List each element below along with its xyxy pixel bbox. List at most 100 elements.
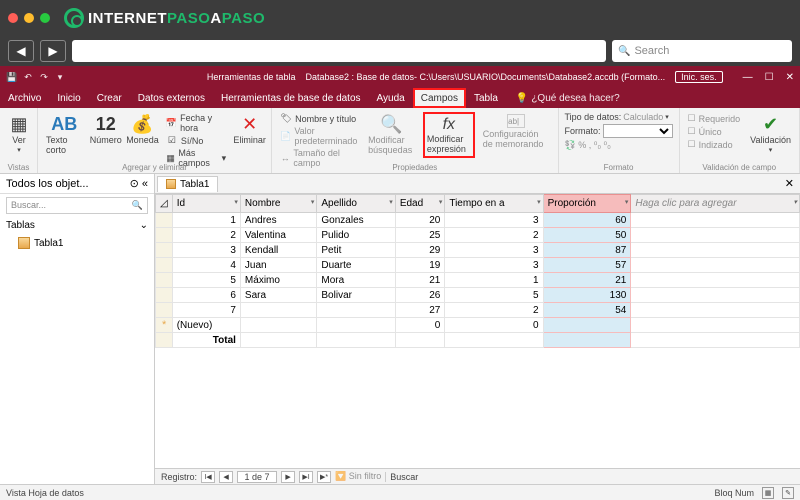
logo-icon (64, 8, 84, 28)
tab-datos-externos[interactable]: Datos externos (130, 88, 213, 108)
column-header[interactable]: Tiempo en a▾ (445, 195, 543, 213)
date-icon: 📅 (166, 118, 177, 129)
tab-herramientas-bd[interactable]: Herramientas de base de datos (213, 88, 369, 108)
delete-icon: ✕ (242, 114, 257, 134)
group-vistas: ▦Ver▾ Vistas (0, 108, 38, 173)
column-header[interactable]: Nombre▾ (240, 195, 316, 213)
save-icon[interactable]: 💾 (6, 71, 18, 83)
nav-header[interactable]: Todos los objet...⊙ « (0, 174, 154, 194)
back-button[interactable]: ◀ (8, 40, 34, 62)
redo-icon[interactable]: ↷ (38, 71, 50, 83)
format-buttons[interactable]: 💱 % , ⁰₀ ⁰₀ (565, 140, 673, 151)
indizado-check[interactable]: ☐ Indizado (686, 138, 743, 151)
navigation-pane: Todos los objet...⊙ « Buscar...🔍 Tablas⌄… (0, 174, 155, 484)
column-header[interactable]: Id▾ (172, 195, 240, 213)
prev-record-button[interactable]: ◀ (219, 471, 233, 483)
lookup-icon: 🔍 (380, 114, 402, 134)
tab-crear[interactable]: Crear (89, 88, 130, 108)
numero-button[interactable]: 12Número (90, 112, 121, 147)
restore-button[interactable]: ☐ (765, 72, 774, 83)
tab-ayuda[interactable]: Ayuda (369, 88, 413, 108)
tab-inicio[interactable]: Inicio (49, 88, 88, 108)
table-row[interactable]: 3KendallPetit 293 87 (156, 243, 800, 258)
sino-button[interactable]: ☑Sí/No (164, 134, 228, 147)
qat-more-icon[interactable]: ▾ (54, 71, 66, 83)
design-view-button[interactable]: ✎ (782, 487, 794, 499)
maximize-dot[interactable] (40, 13, 50, 23)
ver-button[interactable]: ▦Ver▾ (6, 112, 32, 156)
fecha-button[interactable]: 📅Fecha y hora (164, 112, 228, 134)
table-row[interactable]: 5MáximoMora 211 21 (156, 273, 800, 288)
table-row[interactable]: 4JuanDuarte 193 57 (156, 258, 800, 273)
name-icon: 🏷 (280, 113, 292, 124)
tab-close-button[interactable]: ✕ (779, 177, 800, 190)
currency-icon: 💰 (131, 114, 153, 134)
new-row[interactable]: (Nuevo)00 (156, 318, 800, 333)
valor-pred-button[interactable]: 📄Valor predeterminado (278, 125, 360, 147)
tipo-datos-label: Tipo de datos: (565, 112, 622, 122)
default-icon: 📄 (280, 131, 291, 142)
document-tabs: Tabla1 ✕ (155, 174, 800, 194)
nav-collapse-icon[interactable]: ⊙ « (130, 177, 148, 190)
formato-select[interactable] (603, 124, 673, 138)
site-logo: INTERNETPASOAPASO (64, 8, 265, 28)
tab-campos[interactable]: Campos (413, 88, 466, 108)
unico-check[interactable]: ☐ Único (686, 125, 743, 138)
context-tab-label: Herramientas de tabla (207, 72, 296, 82)
table-row[interactable]: 6SaraBolivar 265 130 (156, 288, 800, 303)
tab-tabla1[interactable]: Tabla1 (157, 176, 218, 192)
nav-search[interactable]: Buscar...🔍 (6, 197, 148, 214)
nav-category-tablas[interactable]: Tablas⌄ (0, 217, 154, 234)
group-validacion: ☐ Requerido ☐ Único ☐ Indizado ✔Validaci… (680, 108, 800, 173)
datasheet-area: Tabla1 ✕ ◿Id▾Nombre▾Apellido▾Edad▾Tiempo… (155, 174, 800, 484)
eliminar-button[interactable]: ✕Eliminar (234, 112, 265, 147)
size-icon: ↔ (280, 153, 290, 163)
url-bar[interactable] (72, 40, 606, 62)
search-icon: 🔍 (132, 200, 143, 211)
ribbon-tabs: Archivo Inicio Crear Datos externos Herr… (0, 88, 800, 108)
close-dot[interactable] (8, 13, 18, 23)
memo-icon: ab| (507, 114, 525, 128)
first-record-button[interactable]: I◀ (201, 471, 215, 483)
next-record-button[interactable]: ▶ (281, 471, 295, 483)
tell-me-search[interactable]: 💡 ¿Qué desea hacer? (516, 93, 620, 104)
texto-corto-button[interactable]: ABTexto corto (44, 112, 84, 157)
formato-label: Formato: (565, 126, 601, 136)
conf-memo-button[interactable]: ab|Configuración de memorando (481, 112, 552, 151)
signin-button[interactable]: Inic. ses. (675, 71, 723, 83)
mod-expresion-button[interactable]: fxModificar expresión (423, 112, 475, 158)
column-header[interactable]: Haga clic para agregar▾ (631, 195, 800, 213)
undo-icon[interactable]: ↶ (22, 71, 34, 83)
group-propiedades: 🏷Nombre y título 📄Valor predeterminado ↔… (272, 108, 558, 173)
datasheet-view-button[interactable]: ▦ (762, 487, 774, 499)
datasheet-icon: ▦ (10, 114, 27, 134)
last-record-button[interactable]: ▶I (299, 471, 313, 483)
new-record-button[interactable]: ▶* (317, 471, 331, 483)
table-row[interactable]: 2ValentinaPulido 252 50 (156, 228, 800, 243)
close-button[interactable]: ✕ (786, 72, 794, 83)
moneda-button[interactable]: 💰Moneda (127, 112, 158, 147)
requerido-check[interactable]: ☐ Requerido (686, 112, 743, 125)
record-search[interactable]: Buscar (385, 472, 418, 482)
nav-object-tabla1[interactable]: Tabla1 (0, 234, 154, 252)
minimize-dot[interactable] (24, 13, 34, 23)
table-row[interactable]: 1AndresGonzales 203 60 (156, 213, 800, 228)
record-position[interactable]: 1 de 7 (237, 471, 277, 483)
browser-search[interactable]: Search (612, 40, 792, 62)
total-row[interactable]: Total (156, 333, 800, 348)
tab-tabla[interactable]: Tabla (466, 88, 506, 108)
column-header[interactable]: Apellido▾ (317, 195, 395, 213)
minimize-button[interactable]: — (743, 72, 753, 83)
nombre-titulo-button[interactable]: 🏷Nombre y título (278, 112, 360, 125)
column-header[interactable]: Proporción▾ (543, 195, 631, 213)
forward-button[interactable]: ▶ (40, 40, 66, 62)
validacion-button[interactable]: ✔Validación▾ (748, 112, 793, 156)
column-header[interactable]: Edad▾ (395, 195, 445, 213)
table-row[interactable]: 7 272 54 (156, 303, 800, 318)
text-icon: AB (51, 114, 77, 134)
datasheet-table[interactable]: ◿Id▾Nombre▾Apellido▾Edad▾Tiempo en a▾Pro… (155, 194, 800, 348)
window-controls (8, 13, 50, 23)
mod-busquedas-button[interactable]: 🔍Modificar búsquedas (366, 112, 417, 157)
select-all[interactable]: ◿ (156, 195, 173, 213)
tab-archivo[interactable]: Archivo (0, 88, 49, 108)
